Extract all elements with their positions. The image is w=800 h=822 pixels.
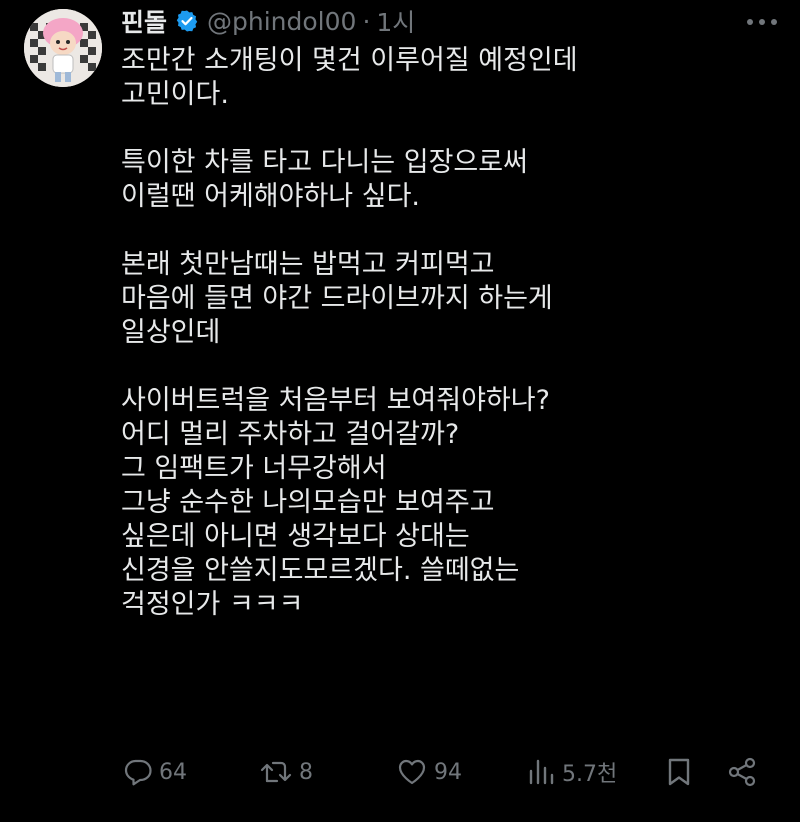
tweet-header: 핀돌 @phindol00 · 1시	[121, 4, 415, 38]
tweet-line: 걱정인가 ㅋㅋㅋ	[121, 589, 304, 620]
retweet-button[interactable]: 8	[259, 751, 313, 793]
avatar[interactable]	[24, 9, 102, 87]
views-icon	[529, 759, 554, 785]
display-name[interactable]: 핀돌	[121, 3, 167, 39]
tweet-line: 일상인데	[121, 317, 221, 348]
tweet-line: 어디 멀리 주차하고 걸어갈까?	[121, 419, 460, 450]
like-count: 94	[434, 759, 462, 785]
handle[interactable]: @phindol00	[207, 7, 356, 36]
tweet-line: 그냥 순수한 나의모습만 보여주고	[121, 487, 495, 518]
tweet-line: 마음에 들면 야간 드라이브까지 하는게	[121, 283, 553, 314]
tweet-line: 특이한 차를 타고 다니는 입장으로써	[121, 147, 528, 178]
reply-button[interactable]: 64	[123, 751, 187, 793]
bookmark-icon	[668, 758, 690, 786]
tweet-line: 싶은데 아니면 생각보다 상대는	[121, 521, 470, 552]
tweet: 핀돌 @phindol00 · 1시 조만간 소개팅이 몇건 이루어질 예정인데…	[0, 0, 800, 822]
separator-dot: ·	[362, 6, 371, 36]
avatar-image	[24, 9, 102, 87]
action-bar: 64 8 94 5.7천	[121, 751, 766, 793]
retweet-icon	[260, 761, 292, 783]
reply-icon	[124, 759, 152, 786]
tweet-line	[121, 350, 761, 384]
tweet-line	[121, 214, 761, 248]
timestamp[interactable]: 1시	[376, 3, 415, 39]
tweet-line: 고민이다.	[121, 79, 229, 110]
tweet-line	[121, 112, 761, 146]
reply-count: 64	[159, 759, 187, 785]
share-button[interactable]	[726, 751, 758, 793]
more-icon[interactable]	[740, 10, 784, 34]
like-icon	[398, 759, 426, 785]
views-count: 5.7천	[562, 762, 618, 787]
share-icon	[728, 757, 756, 787]
retweet-count: 8	[299, 759, 313, 785]
views-button[interactable]: 5.7천	[526, 751, 617, 793]
tweet-line: 조만간 소개팅이 몇건 이루어질 예정인데	[121, 45, 578, 76]
bookmark-button[interactable]	[665, 751, 693, 793]
tweet-text: 조만간 소개팅이 몇건 이루어질 예정인데 고민이다. 특이한 차를 타고 다니…	[121, 44, 761, 622]
tweet-line: 이럴땐 어케해야하나 싶다.	[121, 181, 420, 212]
tweet-line: 그 임팩트가 너무강해서	[121, 453, 387, 484]
tweet-line: 사이버트럭을 처음부터 보여줘야하나?	[121, 385, 550, 416]
like-button[interactable]: 94	[396, 751, 462, 793]
verified-badge-icon	[175, 9, 199, 33]
tweet-line: 신경을 안쓸지도모르겠다. 쓸떼없는	[121, 555, 520, 586]
tweet-line: 본래 첫만남때는 밥먹고 커피먹고	[121, 249, 495, 280]
